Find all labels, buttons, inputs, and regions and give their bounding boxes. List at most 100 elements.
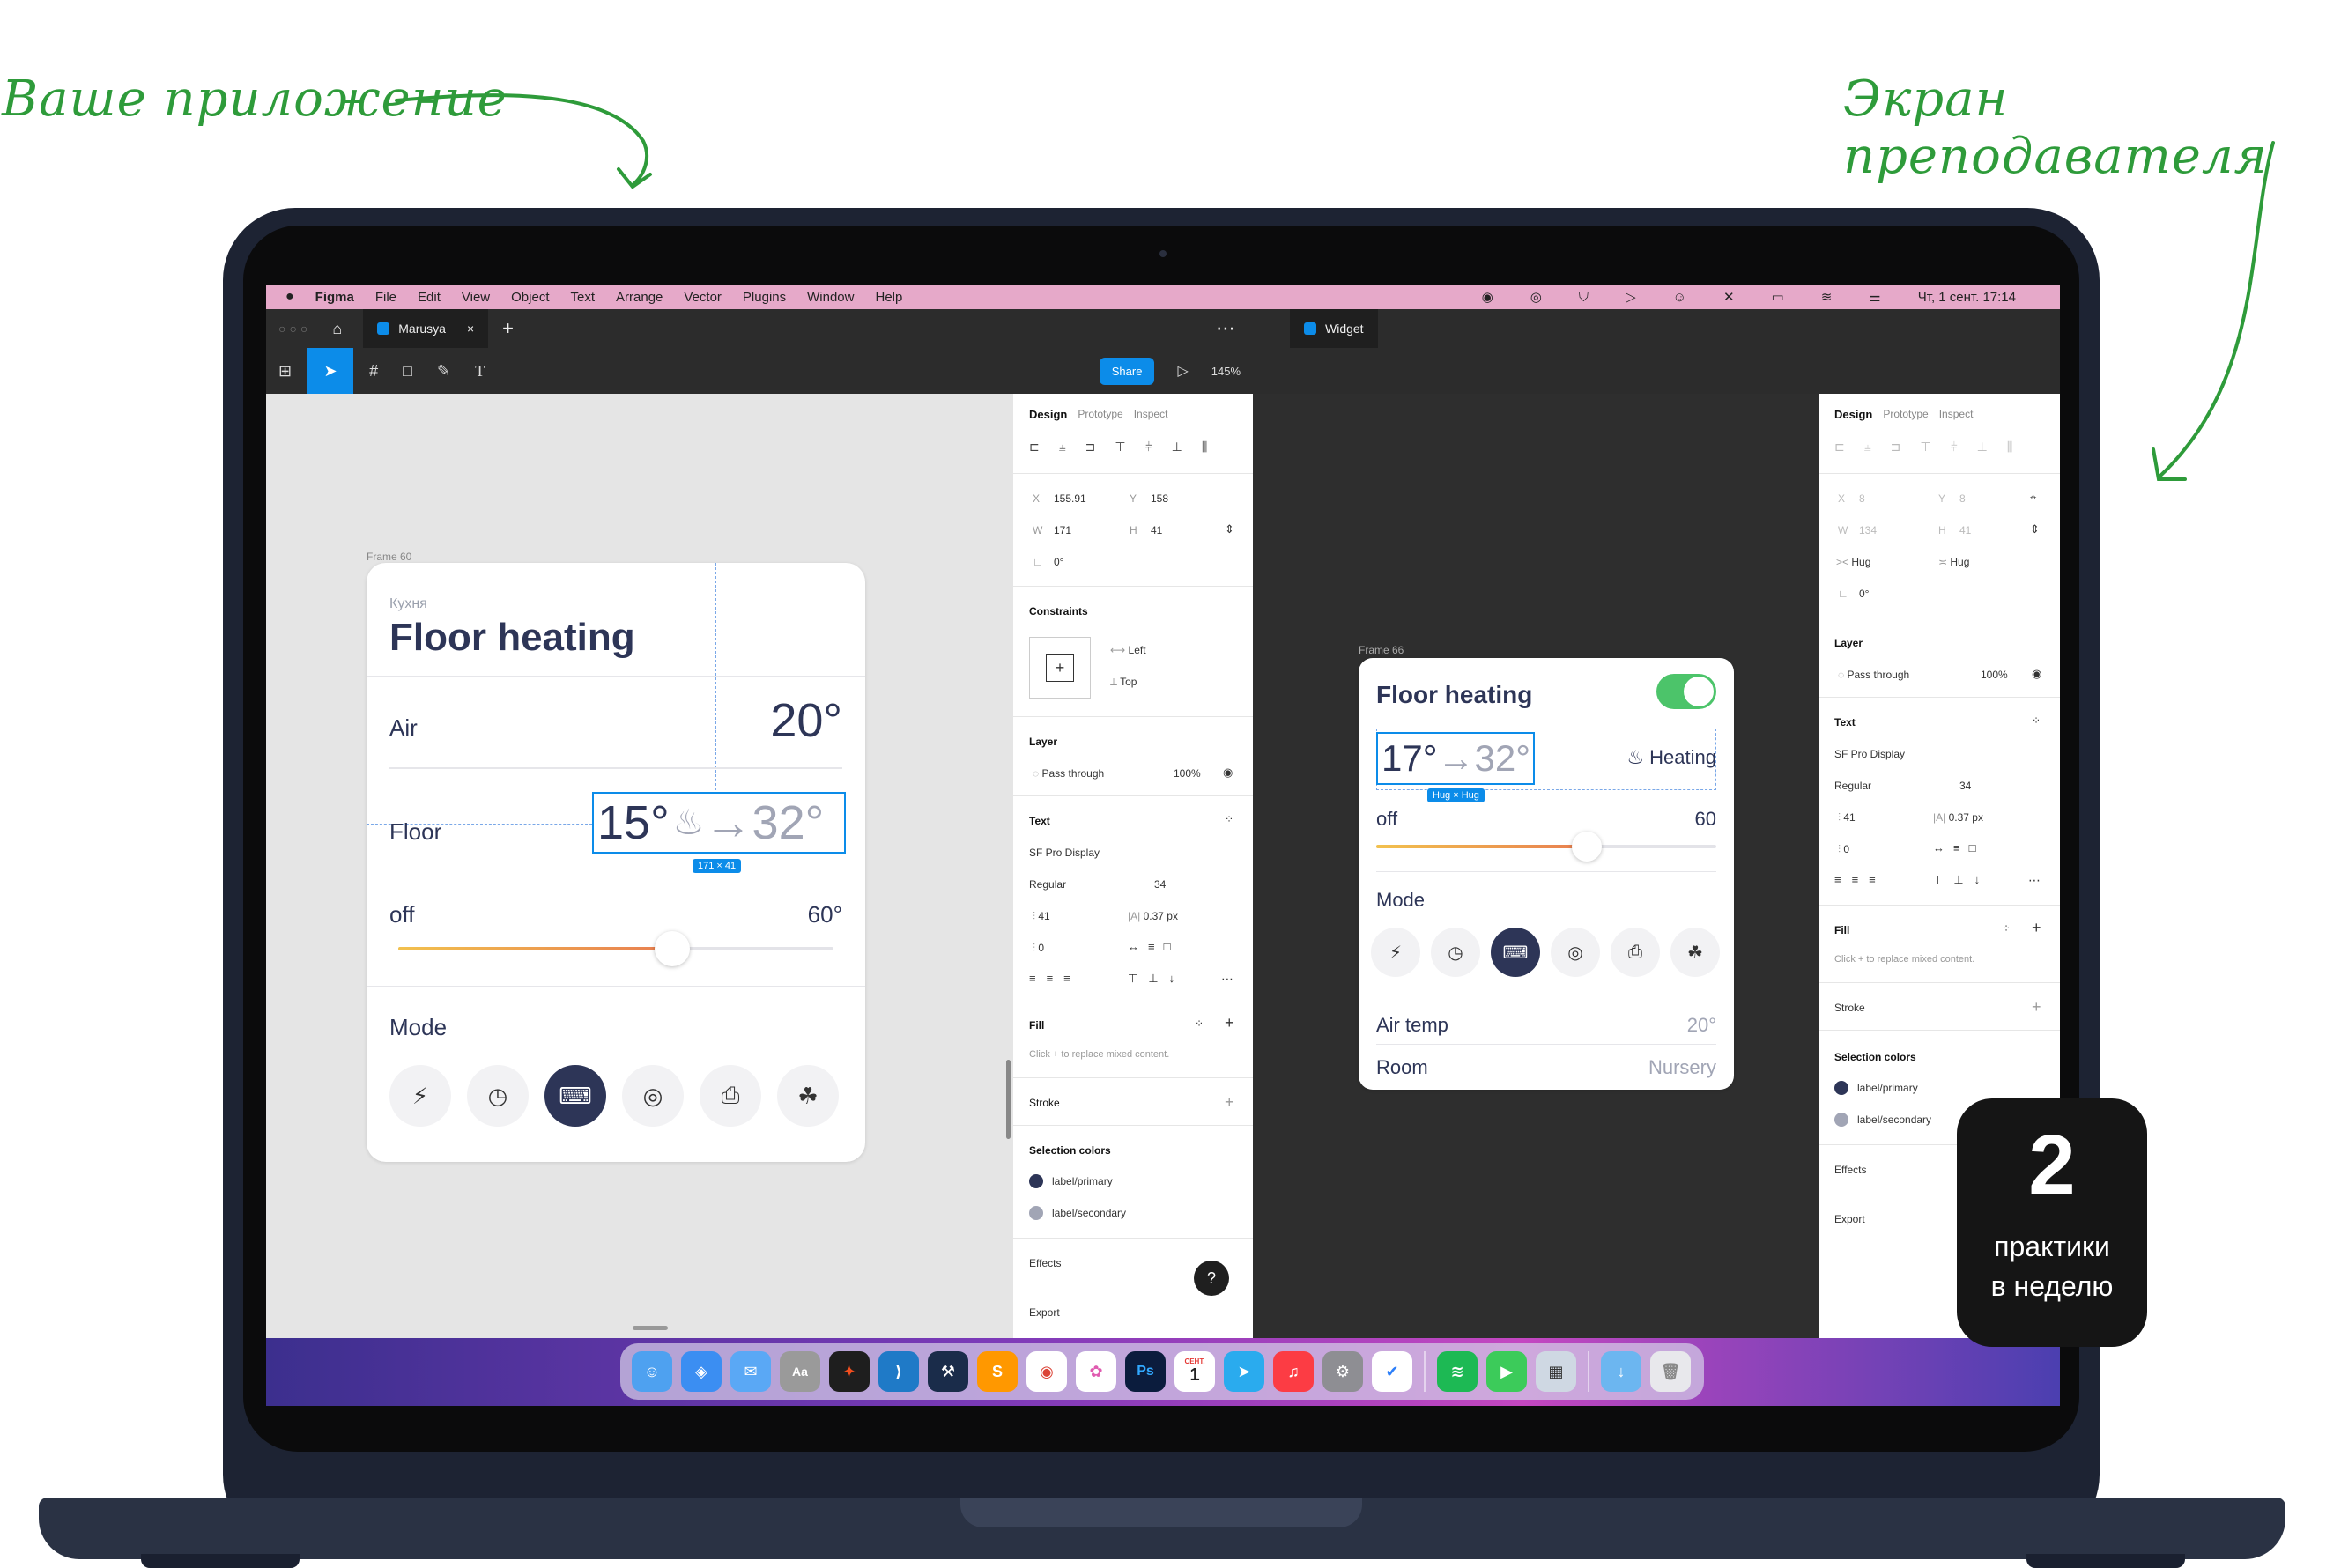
text-styles-icon[interactable]: ⁘ [1225, 813, 1233, 825]
more-text-icon[interactable]: ⋯ [2028, 873, 2041, 888]
letter-spacing[interactable]: |A| 0.37 px [1128, 910, 1178, 922]
line-height[interactable]: ⫶ 41 [1838, 811, 1856, 825]
align-left-icon[interactable]: ⊏ [1834, 440, 1845, 455]
fill-styles-icon[interactable]: ⁘ [2002, 922, 2011, 935]
font-family[interactable]: SF Pro Display [1834, 748, 1905, 760]
tab-design[interactable]: Design [1834, 408, 1872, 421]
control-center-icon[interactable]: ⚌ [1869, 289, 1880, 305]
text-styles-icon[interactable]: ⁘ [2032, 714, 2041, 727]
share-button[interactable]: Share [1099, 357, 1155, 385]
user-icon[interactable]: ☺ [1673, 290, 1686, 305]
play-icon[interactable]: ▷ [1626, 289, 1636, 305]
font-weight[interactable]: Regular [1029, 878, 1066, 891]
tab-design[interactable]: Design [1029, 408, 1067, 421]
add-fill-icon[interactable]: + [2032, 919, 2041, 937]
hug-height[interactable]: ≍ Hug [1938, 556, 1969, 568]
tab-widget[interactable]: Widget [1290, 309, 1378, 348]
window-controls[interactable]: ○○○ [278, 322, 311, 336]
menu-item[interactable]: Help [875, 290, 902, 305]
resize-icons[interactable]: ↔≡□ [1933, 841, 1984, 854]
shape-tool-icon[interactable]: □ [403, 362, 412, 381]
mode-off-icon[interactable]: ⚡ [389, 1065, 451, 1127]
eye-icon[interactable]: ◉ [1223, 766, 1233, 780]
floor-temp-selection[interactable]: 15° ♨ →32° [592, 792, 846, 854]
h-input[interactable]: 41 [1151, 524, 1162, 536]
selection-color-secondary[interactable]: label/secondary [1834, 1113, 1931, 1127]
opacity-input[interactable]: 100% [1174, 767, 1201, 780]
calendar-icon[interactable]: СЕНТ. 1 [1174, 1351, 1215, 1392]
selection-color-secondary[interactable]: label/secondary [1029, 1206, 1126, 1220]
align-top-icon[interactable]: ⊤ [1115, 440, 1125, 455]
text-align-icons[interactable]: ≡≡≡ [1834, 873, 1886, 886]
h-input[interactable]: 41 [1959, 524, 1971, 536]
w-input[interactable]: 171 [1054, 524, 1071, 536]
add-stroke-icon[interactable]: + [1225, 1093, 1234, 1112]
music-icon[interactable]: ♫ [1273, 1351, 1314, 1392]
mail-icon[interactable]: ✉ [730, 1351, 771, 1392]
align-bottom-icon[interactable]: ⊥ [1977, 440, 1988, 455]
selection-color-primary[interactable]: label/primary [1029, 1174, 1113, 1188]
slider-knob[interactable] [655, 931, 691, 966]
widget-card-reference[interactable]: Floor heating 17° →32° Hug × Hug ♨ Heati… [1359, 658, 1734, 1090]
preview-icon[interactable]: ▦ [1536, 1351, 1576, 1392]
constrain-proportions-icon[interactable]: ⇕ [1225, 522, 1234, 536]
wifi-icon[interactable]: ≋ [1821, 289, 1833, 305]
letter-spacing[interactable]: |A| 0.37 px [1933, 811, 1983, 824]
font-size[interactable]: 34 [1154, 878, 1166, 891]
more-text-icon[interactable]: ⋯ [1221, 972, 1233, 987]
y-input[interactable]: 158 [1151, 492, 1168, 505]
clock[interactable]: Чт, 1 сент. 17:14 [1918, 290, 2016, 305]
present-icon[interactable]: ▷ [1177, 362, 1188, 380]
distribute-icon[interactable]: ⫼ [2007, 440, 2012, 455]
menu-app[interactable]: Figma [315, 290, 354, 305]
align-center-icon[interactable]: ⫨ [1059, 440, 1066, 455]
close-icon[interactable]: × [467, 322, 474, 336]
rotation-input[interactable]: 0° [1859, 588, 1869, 600]
slider-knob[interactable] [1572, 832, 1603, 862]
telegram-icon[interactable]: ➤ [1224, 1351, 1264, 1392]
sublime-icon[interactable]: S [977, 1351, 1018, 1392]
constraint-horizontal[interactable]: ⟷ Left [1110, 644, 1146, 656]
line-height[interactable]: ⫶ 41 [1033, 910, 1050, 923]
pen-tool-icon[interactable]: ✎ [437, 362, 450, 381]
tab-marusya[interactable]: Marusya × [363, 309, 489, 348]
font-family[interactable]: SF Pro Display [1029, 847, 1100, 859]
battery-icon[interactable]: ▭ [1772, 289, 1784, 305]
trash-icon[interactable]: 🗑 [1650, 1351, 1691, 1392]
spotify-icon[interactable]: ≋ [1437, 1351, 1478, 1392]
status-icon[interactable]: ◉ [1482, 289, 1493, 305]
tab-prototype[interactable]: Prototype [1883, 408, 1928, 421]
temp-selection[interactable]: 17° →32° [1376, 732, 1535, 785]
text-tool-icon[interactable]: T [475, 362, 485, 381]
fill-styles-icon[interactable]: ⁘ [1195, 1017, 1204, 1030]
constraint-widget[interactable]: + [1029, 637, 1091, 699]
focus-icon[interactable]: ⌖ [2030, 491, 2036, 505]
vscode-icon[interactable]: ⟩ [878, 1351, 919, 1392]
add-tab-icon[interactable]: + [502, 317, 514, 340]
help-button[interactable]: ? [1194, 1261, 1229, 1296]
settings-icon[interactable]: ⚙ [1322, 1351, 1363, 1392]
align-center-icon[interactable]: ⫨ [1864, 440, 1871, 455]
photos-icon[interactable]: ✿ [1076, 1351, 1116, 1392]
keyboard-icon[interactable]: ⌨ [544, 1065, 606, 1127]
w-input[interactable]: 134 [1859, 524, 1877, 536]
x-input[interactable]: 155.91 [1054, 492, 1086, 505]
paragraph-spacing[interactable]: ⫶ 0 [1838, 843, 1849, 856]
eye-icon[interactable]: ◉ [2032, 667, 2041, 681]
constraint-vertical[interactable]: ⟂ Top [1110, 676, 1137, 689]
blend-mode[interactable]: ◌ Pass through [1838, 669, 1909, 681]
status-icon[interactable]: ◎ [1530, 289, 1542, 305]
tool-icon[interactable]: ✕ [1723, 289, 1735, 305]
align-right-icon[interactable]: ⊐ [1891, 440, 1901, 455]
hug-width[interactable]: >< Hug [1836, 556, 1870, 568]
text-align-icons[interactable]: ≡≡≡ [1029, 972, 1081, 985]
move-tool-icon[interactable]: ➤ [307, 348, 354, 394]
blend-mode[interactable]: ◌ Pass through [1033, 767, 1104, 780]
font-size[interactable]: 34 [1959, 780, 1971, 792]
menu-item[interactable]: Window [807, 290, 854, 305]
rotation-input[interactable]: 0° [1054, 556, 1063, 568]
widget-card[interactable]: Кухня Floor heating Air 20° Floor 15° ♨ … [367, 563, 865, 1162]
menu-item[interactable]: Edit [418, 290, 441, 305]
menu-item[interactable]: File [375, 290, 396, 305]
paragraph-spacing[interactable]: ⫶ 0 [1033, 942, 1044, 955]
